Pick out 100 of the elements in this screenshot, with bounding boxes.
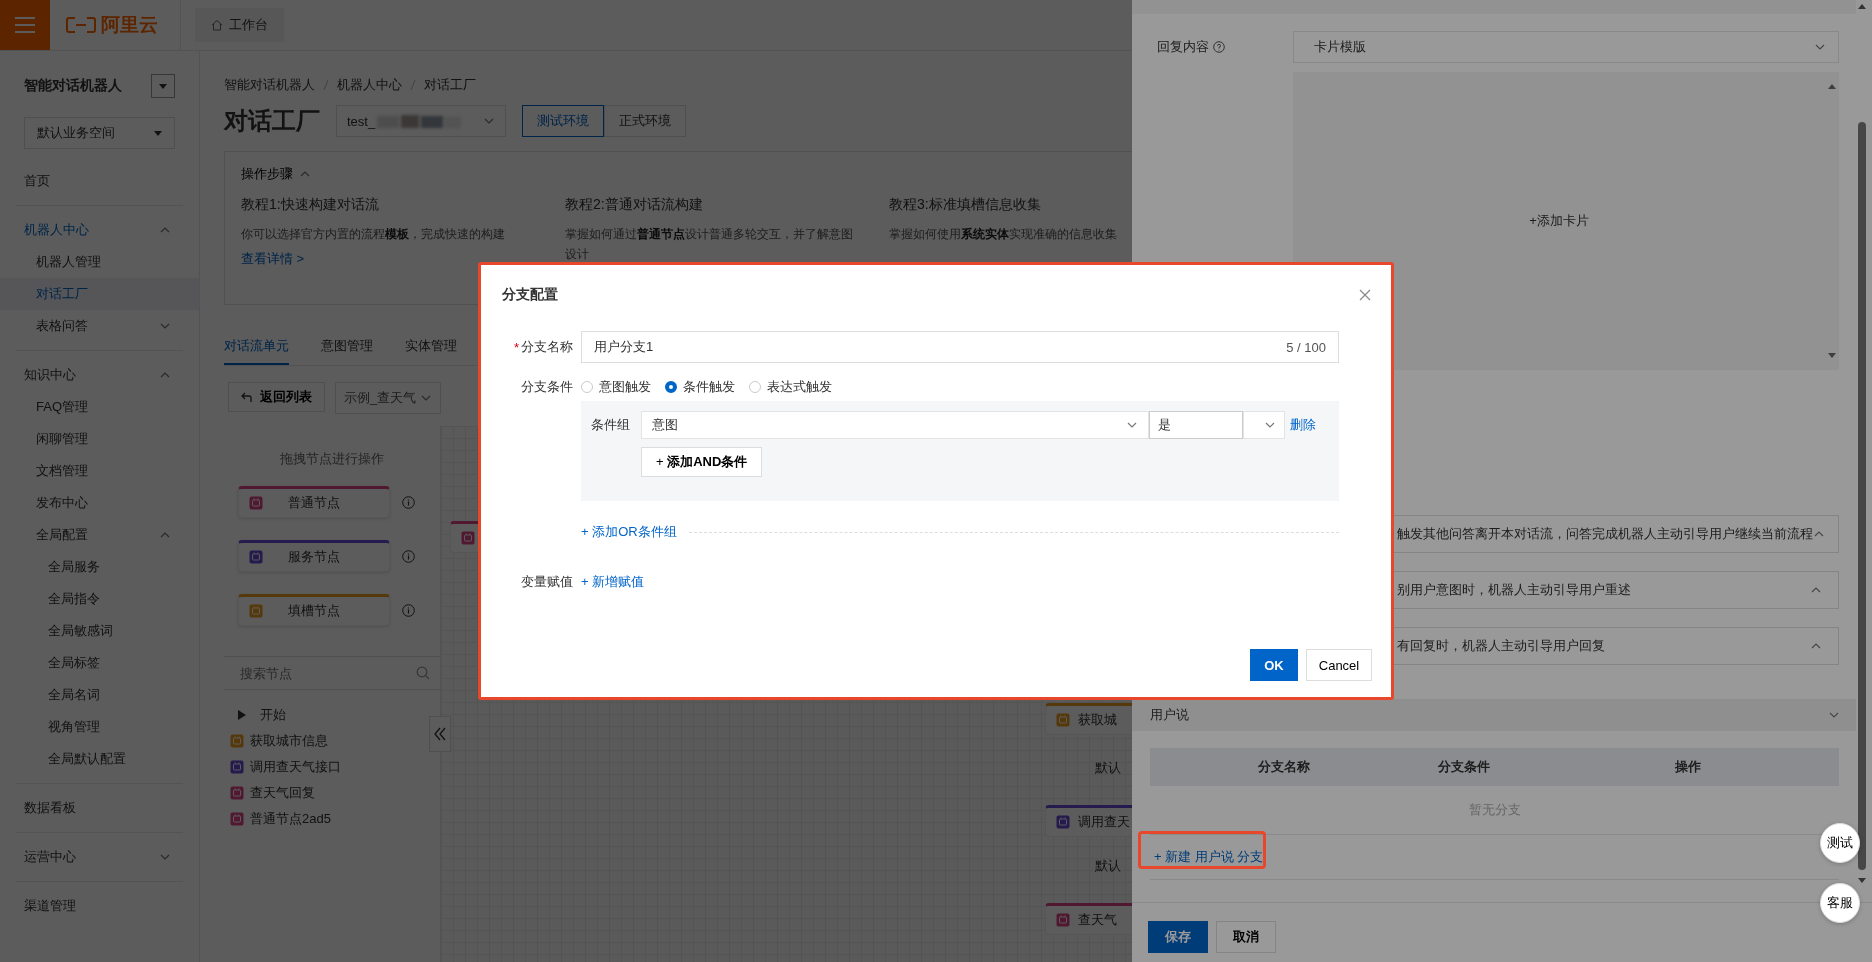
details-link[interactable]: 查看详情 > xyxy=(241,250,305,268)
nav-item[interactable]: 全局默认配置 xyxy=(0,743,199,775)
radio-option[interactable]: 表达式触发 xyxy=(749,378,832,396)
field-label: 回复内容 xyxy=(1132,38,1293,56)
panel-title: 有回复时，机器人主动引导用户回复 xyxy=(1397,637,1605,655)
radio-button[interactable] xyxy=(665,381,677,393)
tree-item[interactable]: 查天气回复 xyxy=(230,780,440,806)
tree-item[interactable]: 调用查天气接口 xyxy=(230,754,440,780)
node-template[interactable]: 服务节点 xyxy=(238,540,390,572)
column-header: 分支条件 xyxy=(1437,758,1490,776)
tutorial-title: 教程1:快速构建对话流 xyxy=(241,196,380,214)
tutorial-title: 教程3:标准填槽信息收集 xyxy=(889,196,1042,214)
column-header: 分支名称 xyxy=(1257,758,1310,776)
workbench-tab[interactable]: 工作台 xyxy=(195,8,284,42)
nav-item[interactable]: FAQ管理 xyxy=(0,391,199,423)
cancel-button[interactable]: 取消 xyxy=(1216,921,1276,953)
nav-item[interactable]: 闲聊管理 xyxy=(0,423,199,455)
logo-text: 阿里云 xyxy=(101,13,158,37)
value-field[interactable]: 是 xyxy=(1149,411,1243,439)
add-or-link[interactable]: + 添加OR条件组 xyxy=(581,523,677,541)
reply-select[interactable]: 卡片模版 xyxy=(1293,31,1839,63)
nav-item[interactable]: 数据看板 xyxy=(0,792,199,824)
nav-item[interactable]: 全局名词 xyxy=(0,679,199,711)
node-template[interactable]: 普通节点 xyxy=(238,486,390,518)
field-label: 变量赋值 xyxy=(521,573,573,591)
section-title: 用户说 xyxy=(1150,706,1189,724)
caret-down-icon xyxy=(159,83,167,89)
condition-select[interactable]: 意图 xyxy=(641,411,1149,439)
field-label: 条件组 xyxy=(591,416,631,434)
character-counter: 5 / 100 xyxy=(1286,339,1326,355)
dialog-title: 分支配置 xyxy=(502,286,558,304)
nav-item[interactable]: 发布中心 xyxy=(0,487,199,519)
nav-item[interactable]: 全局标签 xyxy=(0,647,199,679)
nav-item[interactable]: 对话工厂 xyxy=(0,278,199,310)
nav-item[interactable]: 表格问答 xyxy=(0,310,199,342)
product-title: 智能对话机器人 xyxy=(24,77,122,95)
add-and-button[interactable]: + 添加AND条件 xyxy=(641,447,763,477)
section-header[interactable]: 用户说 xyxy=(1132,699,1856,731)
panel-title: 触发其他问答离开本对话流，问答完成机器人主动引导用户继续当前流程 xyxy=(1397,525,1813,543)
help-icon xyxy=(1213,41,1225,53)
collapse-button[interactable] xyxy=(429,716,451,752)
panel-title: 别用户意图时，机器人主动引导用户重述 xyxy=(1397,581,1631,599)
radio-option[interactable]: 条件触发 xyxy=(665,378,735,396)
dropdown-button[interactable] xyxy=(151,74,175,98)
info-icon xyxy=(402,603,415,617)
search-icon xyxy=(416,666,430,680)
add-assignment-link[interactable]: + 新增赋值 xyxy=(581,573,645,591)
info-icon xyxy=(402,495,415,509)
nav-item[interactable]: 全局指令 xyxy=(0,583,199,615)
delete-link[interactable]: 删除 xyxy=(1290,416,1316,434)
page-title: 对话工厂 xyxy=(224,106,320,136)
environment-tab[interactable]: 正式环境 xyxy=(604,105,686,137)
logo-icon xyxy=(66,17,96,33)
required-mark: * xyxy=(513,339,519,355)
ok-button[interactable]: OK xyxy=(1250,649,1298,681)
tree-item[interactable]: 普通节点2ad5 xyxy=(230,806,440,832)
tutorial-title: 教程2:普通对话流构建 xyxy=(565,196,704,214)
nav-item[interactable]: 机器人中心 xyxy=(0,214,199,246)
tab[interactable]: 实体管理 xyxy=(405,329,457,365)
edge-label: 默认 xyxy=(1095,857,1121,875)
return-icon xyxy=(241,392,252,402)
field-label: 分支名称 xyxy=(521,338,573,356)
steps-toggle[interactable]: 操作步骤 xyxy=(241,165,311,183)
menu-icon xyxy=(15,17,35,33)
field-label: 分支条件 xyxy=(521,378,573,396)
breadcrumb-link[interactable]: 机器人中心 xyxy=(337,76,402,94)
close-icon[interactable] xyxy=(1359,289,1371,301)
name-field[interactable]: 用户分支1 5 / 100 xyxy=(581,331,1339,363)
new-branch-link[interactable]: + 新建 用户说 分支 xyxy=(1154,848,1264,866)
nav-item[interactable]: 渠道管理 xyxy=(0,890,199,922)
nav-item[interactable]: 机器人管理 xyxy=(0,246,199,278)
cancel-button[interactable]: Cancel xyxy=(1306,649,1372,681)
nav-item[interactable]: 全局服务 xyxy=(0,551,199,583)
workspace-select[interactable]: 默认业务空间 xyxy=(24,117,175,149)
caret-down-icon xyxy=(154,130,162,136)
nav-item[interactable]: 首页 xyxy=(0,165,199,197)
home-icon xyxy=(211,19,223,31)
save-button[interactable]: 保存 xyxy=(1148,921,1208,953)
tab[interactable]: 意图管理 xyxy=(321,329,373,365)
node-template[interactable]: 填槽节点 xyxy=(238,594,390,626)
breadcrumb-link[interactable]: 对话工厂 xyxy=(424,76,476,94)
back-button[interactable]: 返回列表 xyxy=(228,382,325,412)
nav-item[interactable]: 全局敏感词 xyxy=(0,615,199,647)
nav-item[interactable]: 运营中心 xyxy=(0,841,199,873)
edge-label: 默认 xyxy=(1095,759,1121,777)
breadcrumb-link[interactable]: 智能对话机器人 xyxy=(224,76,315,94)
info-icon xyxy=(402,549,415,563)
bot-select[interactable]: test_ xyxy=(336,105,506,137)
double-chevron-left-icon xyxy=(434,727,446,741)
tab[interactable]: 对话流单元 xyxy=(224,329,289,365)
nav-item[interactable]: 视角管理 xyxy=(0,711,199,743)
nav-item[interactable]: 文档管理 xyxy=(0,455,199,487)
add-card-button[interactable]: +添加卡片 xyxy=(1529,212,1603,230)
nav-item[interactable]: 知识中心 xyxy=(0,359,199,391)
radio-option[interactable]: 意图触发 xyxy=(581,378,651,396)
column-header: 操作 xyxy=(1674,758,1702,776)
menu-button[interactable] xyxy=(0,0,50,50)
environment-tab[interactable]: 测试环境 xyxy=(522,105,604,137)
flow-select[interactable]: 示例_查天气 xyxy=(335,382,442,414)
nav-item[interactable]: 全局配置 xyxy=(0,519,199,551)
